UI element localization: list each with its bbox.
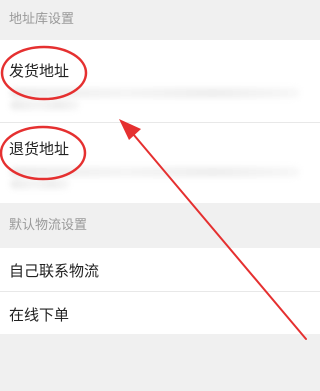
online-order-label: 在线下单 [9,306,70,324]
shipping-address-label: 发货地址 [9,62,70,80]
return-address-row[interactable]: 退货地址 [0,123,320,203]
online-order-row[interactable]: 在线下单 [0,292,320,334]
logistics-section-header: 默认物流设置 [0,203,320,248]
address-section-header: 地址库设置 [0,0,320,40]
return-address-label: 退货地址 [9,140,70,158]
address-group: 发货地址 退货地址 [0,40,320,203]
self-contact-logistics-label: 自己联系物流 [9,262,100,280]
blurred-address-text [10,88,300,98]
self-contact-logistics-row[interactable]: 自己联系物流 [0,248,320,291]
blurred-address-text-2 [10,100,80,110]
logistics-group: 自己联系物流 在线下单 [0,248,320,334]
blurred-address-text-2 [10,179,70,189]
shipping-address-row[interactable]: 发货地址 [0,40,320,122]
blurred-address-text [10,167,300,177]
settings-page: 地址库设置 发货地址 退货地址 默认物流设置 自己联系物流 在线下单 [0,0,320,391]
